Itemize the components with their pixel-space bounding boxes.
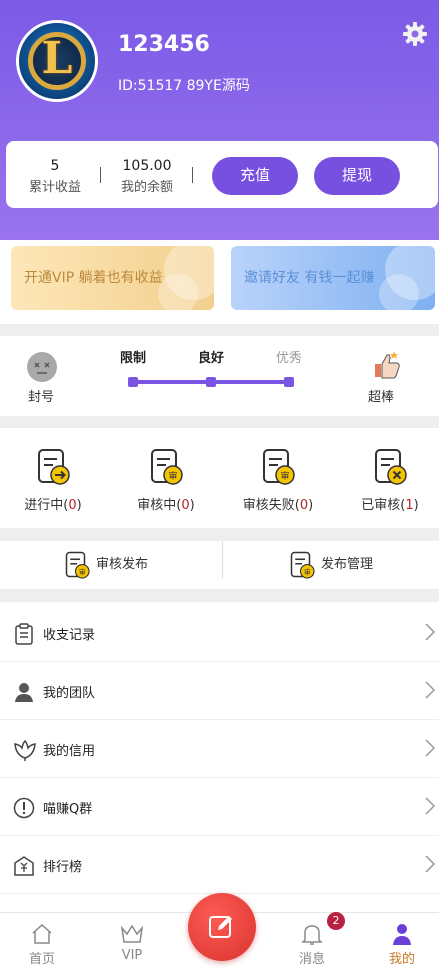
level-limit: 限制: [120, 351, 147, 366]
menu-item-my-team[interactable]: 我的团队: [0, 662, 439, 720]
tab-label: 我的: [388, 952, 415, 967]
user-id: ID:51517 89YE源码: [118, 78, 250, 94]
balance-stat: 105.00 我的余额: [116, 158, 178, 195]
divider: [192, 167, 193, 183]
status-reviewed[interactable]: 已审核(1): [340, 448, 439, 513]
document-cross-icon: [375, 449, 407, 485]
chevron-right-icon: [425, 739, 436, 757]
document-review-icon: 审: [151, 449, 183, 485]
promo-area: 开通VIP 躺着也有收益 邀请好友 有钱一起赚: [0, 240, 439, 324]
status-label: 审核中: [137, 498, 177, 513]
tab-mine[interactable]: 我的: [372, 913, 432, 967]
post-task-button[interactable]: [188, 893, 256, 961]
vip-banner[interactable]: 开通VIP 躺着也有收益: [11, 246, 214, 310]
invite-banner-text: 邀请好友 有钱一起赚: [244, 270, 375, 286]
tab-label: 首页: [28, 952, 55, 967]
review-publish-label: 审核发布: [96, 557, 149, 572]
avatar[interactable]: L: [16, 20, 98, 102]
ban-label: 封号: [28, 390, 55, 405]
credit-dot: [284, 377, 294, 387]
gear-icon[interactable]: [402, 21, 428, 47]
status-label: 审核失败: [242, 498, 295, 513]
menu-item-label: 排行榜: [43, 860, 83, 875]
home-icon: [32, 923, 52, 944]
thumbs-up-icon: [375, 351, 400, 379]
chevron-right-icon: [425, 623, 436, 641]
menu-item-label: 喵赚Q群: [43, 802, 93, 817]
bell-icon: [301, 925, 323, 945]
review-publish-button[interactable]: 审 审核发布: [62, 541, 182, 589]
divider: [100, 167, 101, 183]
edit-icon: [209, 916, 232, 938]
flower-icon: [14, 739, 36, 761]
avatar-letter: L: [41, 33, 73, 84]
level-excellent: 优秀: [276, 351, 303, 366]
alert-circle-icon: [13, 797, 35, 819]
menu-item-leaderboard[interactable]: 排行榜: [0, 836, 439, 894]
chevron-right-icon: [425, 797, 436, 815]
crown-icon: [120, 924, 144, 943]
menu-item-income-records[interactable]: 收支记录: [0, 604, 439, 662]
balance-label: 我的余额: [120, 180, 173, 195]
status-review-failed[interactable]: 审 审核失败(0): [228, 448, 328, 513]
svg-text:审: 审: [168, 470, 177, 482]
level-good: 良好: [198, 351, 225, 366]
status-count: 1: [405, 498, 414, 513]
publish-row: 审 审核发布 审 发布管理: [0, 541, 439, 589]
credit-dot: [206, 377, 216, 387]
income-stat: 5 累计收益: [24, 158, 86, 195]
tab-label: VIP: [121, 948, 143, 963]
withdraw-button[interactable]: 提现: [314, 157, 400, 195]
menu-item-label: 我的信用: [43, 744, 96, 759]
menu-item-my-credit[interactable]: 我的信用: [0, 720, 439, 778]
chevron-right-icon: [425, 855, 436, 873]
chevron-right-icon: [425, 681, 436, 699]
tab-label: 消息: [298, 952, 325, 967]
username: 123456: [118, 32, 210, 57]
menu-item-label: 我的团队: [43, 686, 96, 701]
recharge-button[interactable]: 充值: [212, 157, 298, 195]
team-icon: [15, 683, 33, 702]
publish-manage-label: 发布管理: [321, 557, 374, 572]
message-count-badge: 2: [327, 912, 345, 930]
stats-card: 5 累计收益 105.00 我的余额 充值 提现: [6, 141, 438, 208]
dizzy-face-icon: [27, 352, 57, 382]
menu-list: 收支记录 我的团队 我的信用 喵赚Q群 排行榜: [0, 602, 439, 912]
svg-text:审: 审: [79, 567, 86, 576]
invite-banner[interactable]: 邀请好友 有钱一起赚: [231, 246, 435, 310]
tab-vip[interactable]: VIP: [102, 913, 162, 963]
status-reviewing[interactable]: 审 审核中(0): [116, 448, 216, 513]
divider: [222, 541, 223, 579]
svg-text:审: 审: [280, 470, 289, 482]
clipboard-icon: [15, 623, 33, 645]
svg-text:审: 审: [304, 567, 311, 576]
credit-dot: [128, 377, 138, 387]
status-label: 进行中: [24, 498, 64, 513]
document-review-icon: 审: [65, 551, 90, 579]
document-arrow-icon: [38, 449, 70, 485]
user-icon: [393, 924, 411, 945]
yuan-envelope-icon: [14, 856, 34, 876]
status-count: 0: [68, 498, 77, 513]
status-in-progress[interactable]: 进行中(0): [3, 448, 103, 513]
menu-item-qq-group[interactable]: 喵赚Q群: [0, 778, 439, 836]
task-status-row: 进行中(0) 审 审核中(0) 审 审核失败(0) 已审核(1): [0, 428, 439, 528]
document-review-icon: 审: [290, 551, 315, 579]
publish-manage-button[interactable]: 审 发布管理: [287, 541, 407, 589]
document-review-icon: 审: [263, 449, 295, 485]
great-label: 超棒: [368, 390, 395, 405]
status-label: 已审核: [361, 498, 401, 513]
menu-item-label: 收支记录: [43, 628, 96, 643]
vip-banner-text: 开通VIP 躺着也有收益: [24, 270, 163, 286]
tab-home[interactable]: 首页: [12, 913, 72, 967]
status-count: 0: [299, 498, 309, 513]
income-label: 累计收益: [28, 180, 81, 195]
balance-value: 105.00: [122, 158, 172, 174]
income-value: 5: [50, 158, 60, 174]
credit-level-panel: 封号 限制 良好 优秀 超棒: [0, 336, 439, 416]
status-count: 0: [181, 498, 190, 513]
